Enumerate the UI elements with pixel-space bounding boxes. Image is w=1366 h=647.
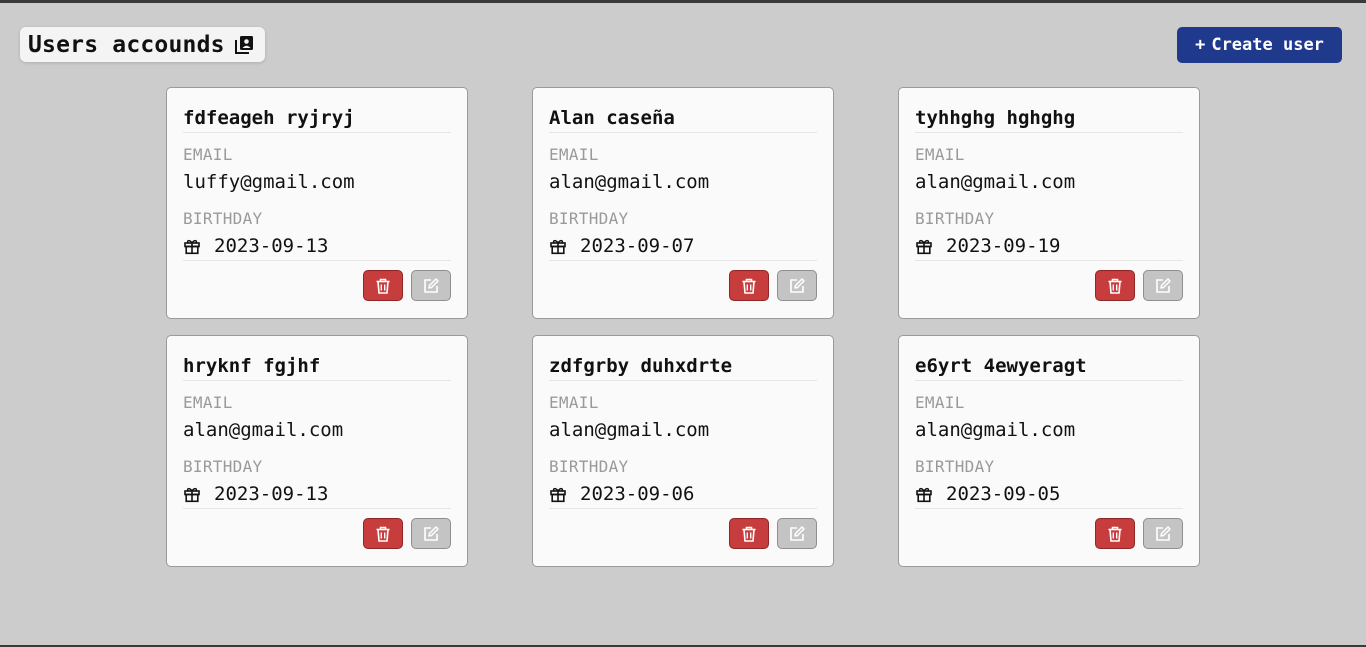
user-email: luffy@gmail.com [183, 171, 355, 193]
user-email: alan@gmail.com [549, 171, 710, 193]
email-label: EMAIL [183, 393, 233, 412]
trash-icon [1108, 526, 1122, 542]
delete-button[interactable] [1095, 270, 1135, 301]
user-name: hryknf fgjhf [183, 352, 451, 381]
trash-icon [376, 278, 390, 294]
contact-book-icon [233, 34, 255, 56]
user-card: hryknf fgjhf EMAIL alan@gmail.com BIRTHD… [166, 335, 468, 567]
birthday-row: 2023-09-06 [549, 479, 817, 509]
user-email: alan@gmail.com [915, 171, 1076, 193]
edit-button[interactable] [777, 270, 817, 301]
email-label: EMAIL [915, 145, 965, 164]
edit-icon [790, 277, 805, 293]
top-border [0, 0, 1366, 3]
page-title-text: Users accounds [28, 31, 225, 58]
birthday-label: BIRTHDAY [183, 209, 263, 228]
card-actions [363, 270, 451, 301]
user-birthday: 2023-09-07 [580, 234, 695, 257]
birthday-row: 2023-09-07 [549, 231, 817, 261]
email-label: EMAIL [183, 145, 233, 164]
user-name: e6yrt 4ewyeragt [915, 352, 1183, 381]
birthday-row: 2023-09-19 [915, 231, 1183, 261]
email-label: EMAIL [915, 393, 965, 412]
birthday-row: 2023-09-05 [915, 479, 1183, 509]
user-card: fdfeageh ryjryj EMAIL luffy@gmail.com BI… [166, 87, 468, 319]
birthday-label: BIRTHDAY [915, 457, 995, 476]
delete-button[interactable] [1095, 518, 1135, 549]
user-birthday: 2023-09-05 [946, 482, 1061, 505]
user-birthday: 2023-09-13 [214, 234, 329, 257]
edit-button[interactable] [1143, 518, 1183, 549]
delete-button[interactable] [729, 270, 769, 301]
user-email: alan@gmail.com [549, 419, 710, 441]
card-actions [1095, 518, 1183, 549]
card-actions [363, 518, 451, 549]
edit-button[interactable] [411, 518, 451, 549]
user-name: tyhhghg hghghg [915, 104, 1183, 133]
user-card: zdfgrby duhxdrte EMAIL alan@gmail.com BI… [532, 335, 834, 567]
edit-icon [790, 525, 805, 541]
user-name: zdfgrby duhxdrte [549, 352, 817, 381]
card-actions [729, 518, 817, 549]
birthday-row: 2023-09-13 [183, 231, 451, 261]
user-birthday: 2023-09-19 [946, 234, 1061, 257]
user-card: tyhhghg hghghg EMAIL alan@gmail.com BIRT… [898, 87, 1200, 319]
user-name: Alan caseña [549, 104, 817, 133]
edit-icon [424, 277, 439, 293]
delete-button[interactable] [729, 518, 769, 549]
birthday-label: BIRTHDAY [915, 209, 995, 228]
birthday-label: BIRTHDAY [183, 457, 263, 476]
email-label: EMAIL [549, 145, 599, 164]
trash-icon [376, 526, 390, 542]
edit-icon [424, 525, 439, 541]
card-actions [1095, 270, 1183, 301]
gift-icon [915, 485, 933, 503]
delete-button[interactable] [363, 270, 403, 301]
edit-button[interactable] [777, 518, 817, 549]
page-title: Users accounds [20, 27, 265, 62]
user-card-grid: fdfeageh ryjryj EMAIL luffy@gmail.com BI… [166, 87, 1200, 567]
edit-icon [1156, 525, 1171, 541]
edit-button[interactable] [411, 270, 451, 301]
user-birthday: 2023-09-13 [214, 482, 329, 505]
trash-icon [1108, 278, 1122, 294]
edit-button[interactable] [1143, 270, 1183, 301]
trash-icon [742, 278, 756, 294]
gift-icon [549, 485, 567, 503]
create-user-button[interactable]: + Create user [1177, 27, 1342, 63]
birthday-label: BIRTHDAY [549, 457, 629, 476]
edit-icon [1156, 277, 1171, 293]
birthday-row: 2023-09-13 [183, 479, 451, 509]
delete-button[interactable] [363, 518, 403, 549]
gift-icon [183, 237, 201, 255]
user-birthday: 2023-09-06 [580, 482, 695, 505]
user-card: e6yrt 4ewyeragt EMAIL alan@gmail.com BIR… [898, 335, 1200, 567]
user-email: alan@gmail.com [915, 419, 1076, 441]
create-user-label: Create user [1211, 35, 1324, 55]
gift-icon [183, 485, 201, 503]
birthday-label: BIRTHDAY [549, 209, 629, 228]
user-name: fdfeageh ryjryj [183, 104, 451, 133]
user-card: Alan caseña EMAIL alan@gmail.com BIRTHDA… [532, 87, 834, 319]
card-actions [729, 270, 817, 301]
gift-icon [915, 237, 933, 255]
user-email: alan@gmail.com [183, 419, 344, 441]
email-label: EMAIL [549, 393, 599, 412]
plus-icon: + [1195, 35, 1206, 55]
trash-icon [742, 526, 756, 542]
gift-icon [549, 237, 567, 255]
